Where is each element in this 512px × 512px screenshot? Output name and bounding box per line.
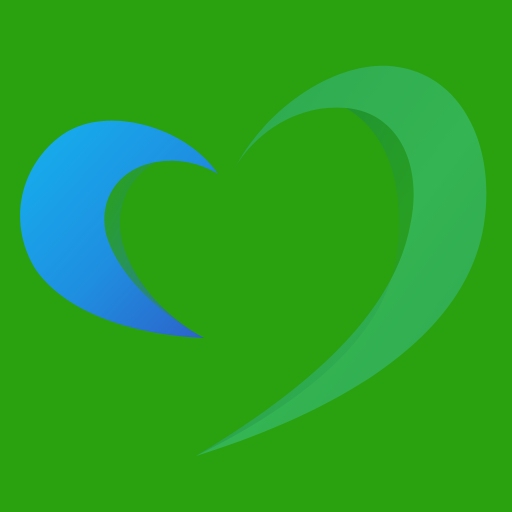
app-icon-canvas — [0, 0, 512, 512]
heart-swoosh-icon — [20, 65, 487, 457]
green-swoosh-shape — [196, 65, 487, 457]
